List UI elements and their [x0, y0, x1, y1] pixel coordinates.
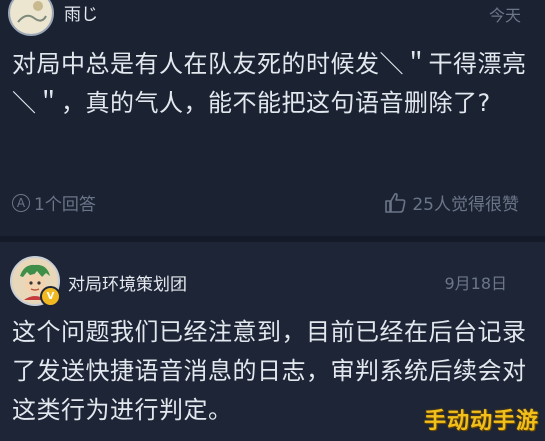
like-button[interactable]: 25人觉得很赞 [384, 190, 519, 215]
question-text: 对局中总是有人在队友死的时候发＼＂干得漂亮＼＂，真的气人，能不能把这句语音删除了… [12, 50, 527, 117]
answer-count[interactable]: A 1个回答 [12, 190, 96, 215]
question-author-name[interactable]: 雨じ [64, 0, 98, 25]
avatar-icon [12, 0, 50, 32]
site-watermark: 手动动手游 [423, 409, 539, 434]
answer-time: 9月18日 [444, 274, 507, 293]
thumbs-up-icon [385, 192, 406, 213]
question-time: 今天 [488, 6, 521, 25]
verified-badge: V [40, 286, 61, 307]
answer-count-label: 1个回答 [34, 195, 96, 215]
answer-icon: A [12, 193, 30, 212]
answer-author-name[interactable]: 对局环境策划团 [68, 270, 187, 295]
like-count-label: 25人觉得很赞 [412, 195, 519, 215]
